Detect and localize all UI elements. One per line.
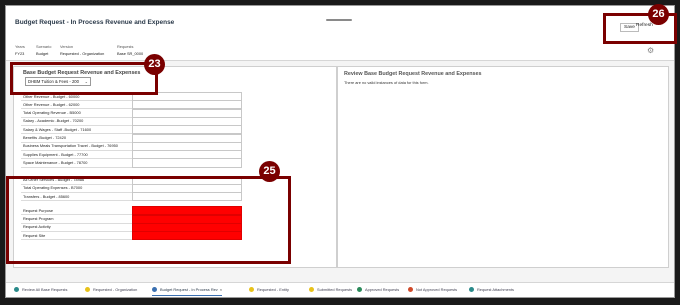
pov-label: Years (15, 44, 25, 49)
close-icon[interactable]: × (220, 287, 222, 292)
form-row: Space Maintenance - Budget - 78700 (21, 158, 242, 168)
tab-7[interactable]: Not Approved Requests (408, 287, 458, 293)
tab-label: Requested - Organization (93, 287, 138, 292)
pov-version[interactable]: Version Requested - Organization (60, 44, 104, 56)
pov-value: Requested - Organization (60, 51, 105, 56)
tab-3[interactable]: Budget Request - In Process Rev × (152, 287, 223, 297)
callout-badge-23: 23 (144, 54, 165, 75)
tab-status-icon (469, 287, 474, 293)
tab-status-icon (14, 287, 19, 293)
tab-label: Request Attachments (477, 287, 514, 292)
pov-scenario[interactable]: Scenario Budget (36, 44, 51, 56)
tab-4[interactable]: Requested - Entity (249, 287, 290, 293)
tab-label: Submitted Requests (317, 287, 353, 292)
row-label: Space Maintenance - Budget - 78700 (23, 159, 88, 165)
review-heading: Review Base Budget Request Revenue and E… (344, 71, 482, 77)
tab-status-icon (357, 287, 362, 293)
callout-badge-26: 26 (648, 4, 669, 25)
tab-label: Not Approved Requests (416, 287, 458, 292)
tab-6[interactable]: Approved Requests (357, 287, 400, 293)
callout-box-25 (6, 176, 291, 264)
tab-status-icon (85, 287, 90, 293)
tab-label: Review All Base Requests (22, 287, 68, 292)
row-label: Total Operating Revenue - B5000 (23, 110, 81, 116)
tab-status-icon (152, 287, 157, 293)
tab-status-icon (249, 287, 254, 293)
empty-message: There are no valid instances of data for… (344, 80, 429, 85)
pov-value: Budget (36, 51, 49, 56)
tab-label: Requested - Entity (257, 287, 290, 292)
pov-value: FY23 (15, 51, 25, 56)
row-label: Supplies Equipment - Budget - 77700 (23, 151, 88, 157)
tab-label: Budget Request - In Process Rev (160, 287, 218, 292)
tab-1[interactable]: Review All Base Requests (14, 287, 68, 293)
drag-handle[interactable] (326, 19, 352, 21)
callout-box-23 (10, 62, 158, 95)
pov-value: Base SR_0000 (117, 51, 144, 56)
pov-label: Scenario (36, 44, 52, 49)
tab-status-icon (408, 287, 413, 293)
review-form: Review Base Budget Request Revenue and E… (337, 66, 669, 268)
navigation-tabs: Review All Base Requests Requested - Orga… (6, 282, 674, 297)
pov-label: Version (60, 44, 73, 49)
gear-icon[interactable]: ⚙ (647, 46, 654, 55)
pov-bar: Years FY23 Scenario Budget Version Requeste… (6, 38, 674, 61)
row-label: Other Revenue - Budget - 62000 (23, 101, 80, 107)
row-input-cell[interactable] (132, 158, 242, 168)
header-bar: Budget Request - In Process Revenue and … (6, 6, 674, 39)
row-label: Salary - Academic -Budget - 70200 (23, 118, 84, 124)
tab-label: Approved Requests (365, 287, 400, 292)
tab-2[interactable]: Requested - Organization (85, 287, 138, 293)
tab-5[interactable]: Submitted Requests (309, 287, 353, 293)
callout-badge-25: 25 (259, 161, 280, 182)
pov-requests[interactable]: Requests Base SR_0000 (117, 44, 143, 56)
page-title: Budget Request - In Process Revenue and … (15, 19, 175, 26)
tab-8[interactable]: Request Attachments (469, 287, 514, 293)
pov-label: Requests (117, 44, 134, 49)
row-label: Business Meals Transportation Travel - B… (23, 143, 118, 149)
pov-years[interactable]: Years FY23 (15, 44, 25, 56)
row-label: Benefits -Budget - 72420 (23, 135, 67, 140)
tab-status-icon (309, 287, 314, 293)
row-label: Salary & Wages - Staff -Budget - 71600 (23, 126, 92, 132)
